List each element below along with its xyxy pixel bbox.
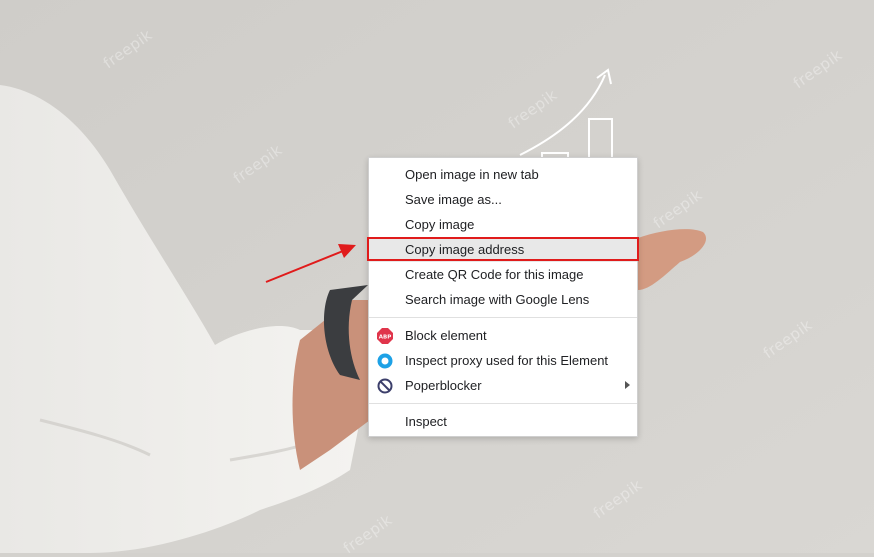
menu-item-inspect-proxy[interactable]: Inspect proxy used for this Element [369,348,637,373]
menu-item-open-image-new-tab[interactable]: Open image in new tab [369,162,637,187]
submenu-arrow-icon [625,381,630,389]
menu-item-label: Copy image address [405,242,525,257]
menu-item-create-qr-code[interactable]: Create QR Code for this image [369,262,637,287]
svg-text:ABP: ABP [379,335,391,341]
menu-item-label: Poperblocker [405,378,482,393]
menu-separator [369,317,637,318]
menu-item-poperblocker[interactable]: Poperblocker [369,373,637,398]
poperblocker-icon [377,378,393,394]
menu-item-inspect[interactable]: Inspect [369,409,637,434]
menu-separator [369,403,637,404]
menu-item-label: Block element [405,328,487,343]
context-menu: Open image in new tab Save image as... C… [367,157,639,437]
menu-item-search-google-lens[interactable]: Search image with Google Lens [369,287,637,312]
proxy-icon [377,353,393,369]
menu-item-copy-image-address[interactable]: Copy image address [367,237,639,262]
menu-item-label: Inspect proxy used for this Element [405,353,609,368]
menu-item-save-image-as[interactable]: Save image as... [369,187,637,212]
adblock-plus-icon: ABP [377,328,393,344]
menu-item-copy-image[interactable]: Copy image [369,212,637,237]
menu-item-block-element[interactable]: ABP Block element [369,323,637,348]
